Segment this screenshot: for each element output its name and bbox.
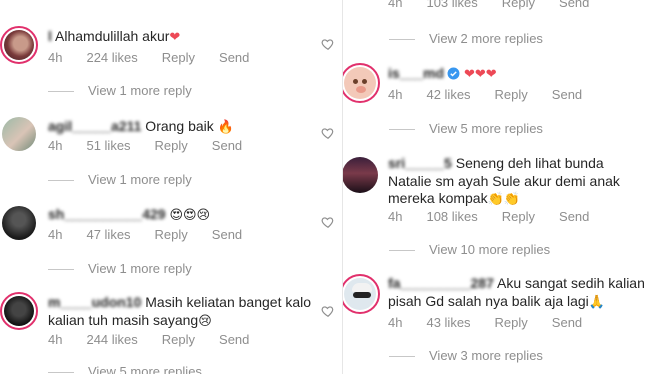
send-button[interactable]: Send	[219, 332, 249, 347]
comment-text-line2: pisah Gd salah nya balik aja lagi🙏	[388, 293, 605, 310]
comment-time: 4h	[48, 50, 63, 65]
send-button[interactable]: Send	[212, 138, 242, 153]
likes-count[interactable]: 42 likes	[426, 87, 470, 102]
comment-username[interactable]: sri_____5	[388, 155, 452, 171]
comment-text-line2: kalian tuh masih sayang😢	[48, 312, 212, 329]
likes-count[interactable]: 244 likes	[86, 332, 137, 347]
likes-count[interactable]: 224 likes	[86, 50, 137, 65]
comment-meta: 4h 43 likes Reply Send	[388, 315, 606, 330]
view-replies-link[interactable]: View 1 more reply	[48, 172, 192, 187]
avatar[interactable]	[2, 206, 36, 240]
reply-button[interactable]: Reply	[495, 315, 528, 330]
comment-time: 4h	[48, 332, 63, 347]
comment-time: 4h	[48, 227, 63, 242]
like-heart-icon[interactable]	[321, 215, 335, 229]
like-heart-icon[interactable]	[321, 37, 335, 51]
comment-username[interactable]: fa_________287	[388, 275, 494, 291]
view-replies-link[interactable]: View 10 more replies	[389, 242, 550, 257]
comment-time: 4h	[388, 87, 403, 102]
comment-text: agil_____a211 Orang baik 🔥	[48, 118, 234, 135]
comment-username[interactable]: is___md	[388, 65, 444, 81]
reply-button[interactable]: Reply	[155, 227, 188, 242]
comment-meta: 4h 42 likes Reply Send	[388, 87, 606, 102]
comment-meta: 4h 51 likes Reply Send	[48, 138, 266, 153]
comment-username[interactable]: sh__________429	[48, 206, 166, 222]
view-replies-link[interactable]: View 5 more replies	[389, 121, 543, 136]
likes-count[interactable]: 47 likes	[86, 227, 130, 242]
reply-button[interactable]: Reply	[162, 50, 195, 65]
send-button[interactable]: Send	[212, 227, 242, 242]
comment-time: 4h	[388, 0, 403, 10]
avatar[interactable]	[343, 274, 380, 314]
like-heart-icon[interactable]	[321, 126, 335, 140]
reply-button[interactable]: Reply	[495, 87, 528, 102]
view-replies-link[interactable]: View 1 more reply	[48, 261, 192, 276]
comment-time: 4h	[388, 315, 403, 330]
view-replies-link[interactable]: View 3 more replies	[389, 348, 543, 363]
comment-meta: 4h 103 likes Reply Send	[388, 0, 613, 10]
send-button[interactable]: Send	[559, 0, 589, 10]
comment-text: is___md ❤❤❤	[388, 65, 497, 82]
send-button[interactable]: Send	[559, 209, 589, 224]
avatar[interactable]	[2, 117, 36, 151]
reply-button[interactable]: Reply	[502, 209, 535, 224]
likes-count[interactable]: 108 likes	[426, 209, 477, 224]
likes-count[interactable]: 51 likes	[86, 138, 130, 153]
avatar[interactable]	[0, 292, 38, 330]
avatar[interactable]	[0, 26, 38, 64]
comment-time: 4h	[388, 209, 403, 224]
comment-meta: 4h 244 likes Reply Send	[48, 332, 273, 347]
send-button[interactable]: Send	[552, 87, 582, 102]
view-replies-link[interactable]: View 1 more reply	[48, 83, 192, 98]
comment-text: fa_________287 Aku sangat sedih kalian	[388, 275, 645, 291]
comment-username[interactable]: m____udon10	[48, 294, 141, 310]
left-comments-panel: l Alhamdulillah akur❤ 4h 224 likes Reply Se…	[0, 0, 342, 374]
view-replies-link[interactable]: View 2 more replies	[389, 31, 543, 46]
comment-meta: 4h 47 likes Reply Send	[48, 227, 266, 242]
send-button[interactable]: Send	[552, 315, 582, 330]
reply-button[interactable]: Reply	[162, 332, 195, 347]
send-button[interactable]: Send	[219, 50, 249, 65]
comment-meta: 4h 224 likes Reply Send	[48, 50, 273, 65]
comment-username[interactable]: l	[48, 28, 52, 44]
comment-time: 4h	[48, 138, 63, 153]
view-replies-link[interactable]: View 5 more replies	[48, 364, 202, 374]
comment-text-line2: Natalie sm ayah Sule akur demi anak	[388, 173, 620, 189]
comment-text: sri_____5 Seneng deh lihat bunda	[388, 155, 604, 171]
likes-count[interactable]: 43 likes	[426, 315, 470, 330]
comment-text: m____udon10 Masih keliatan banget kalo	[48, 294, 312, 310]
reply-button[interactable]: Reply	[155, 138, 188, 153]
avatar[interactable]	[343, 157, 378, 193]
verified-badge-icon	[447, 67, 460, 80]
right-comments-panel: 4h 103 likes Reply Send View 2 more replies…	[343, 0, 665, 374]
comment-meta: 4h 108 likes Reply Send	[388, 209, 613, 224]
comment-text: l Alhamdulillah akur❤	[48, 28, 181, 45]
like-heart-icon[interactable]	[321, 304, 335, 318]
likes-count[interactable]: 103 likes	[426, 0, 477, 10]
comment-text-line3: mereka kompak👏👏	[388, 190, 520, 207]
comment-username[interactable]: agil_____a211	[48, 118, 141, 134]
comment-text: sh__________429 😍😍😢	[48, 206, 211, 223]
reply-button[interactable]: Reply	[502, 0, 535, 10]
avatar[interactable]	[343, 63, 380, 103]
